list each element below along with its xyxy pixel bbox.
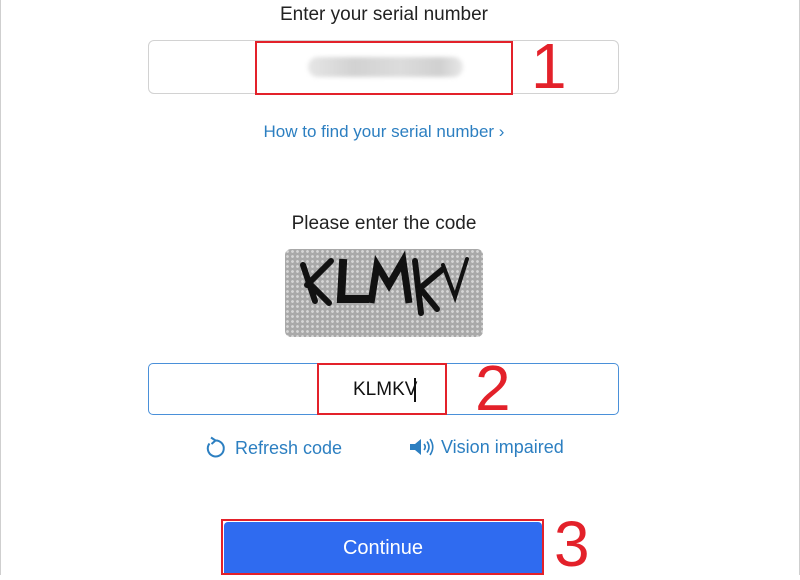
vision-impaired-label: Vision impaired bbox=[441, 436, 564, 457]
vision-impaired-link[interactable]: Vision impaired bbox=[409, 436, 564, 458]
captcha-code-value: KLMKV bbox=[353, 379, 418, 400]
refresh-code-label: Refresh code bbox=[235, 437, 343, 458]
find-serial-number-link[interactable]: How to find your serial number › bbox=[0, 122, 768, 142]
step-2-number: 2 bbox=[475, 352, 511, 424]
captcha-heading: Please enter the code bbox=[291, 213, 477, 234]
step-1-number: 1 bbox=[531, 30, 567, 102]
speaker-icon bbox=[410, 438, 434, 456]
serial-number-redacted-value bbox=[308, 57, 463, 77]
captcha-glyphs bbox=[300, 250, 469, 316]
continue-button[interactable]: Continue bbox=[224, 522, 542, 575]
step-3-number: 3 bbox=[554, 508, 590, 580]
captcha-image bbox=[285, 249, 483, 337]
refresh-icon bbox=[206, 436, 225, 458]
refresh-code-link[interactable]: Refresh code bbox=[203, 436, 342, 460]
text-caret bbox=[414, 378, 416, 402]
serial-number-heading: Enter your serial number bbox=[279, 4, 489, 25]
